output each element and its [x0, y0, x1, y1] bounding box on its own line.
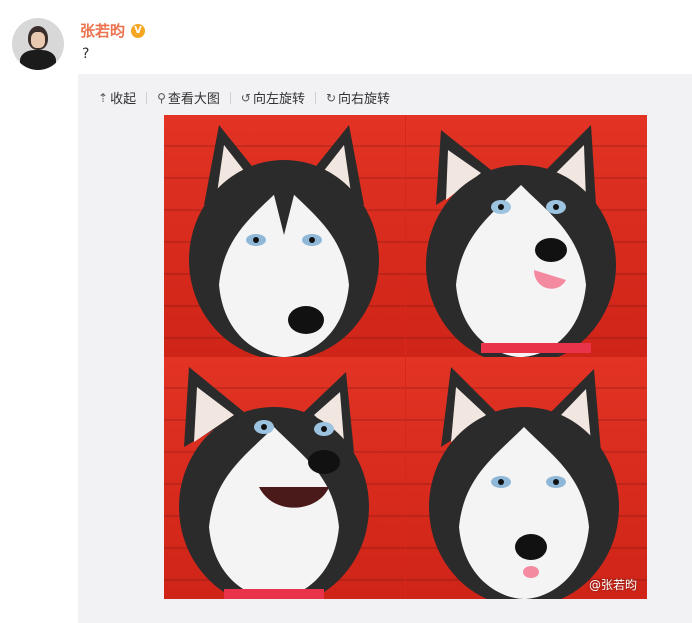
- rotate-right-icon: ↻: [325, 90, 337, 105]
- media-toolbar: ⇡ 收起 ⚲ 查看大图 ↺ 向左旋转 ↻ 向右旋转: [98, 88, 391, 108]
- magnifier-icon: ⚲: [157, 90, 166, 105]
- arrow-up-icon: ⇡: [98, 90, 109, 105]
- photo-cell: @张若昀: [406, 357, 647, 599]
- rotate-right-button[interactable]: ↻ 向右旋转: [325, 88, 391, 108]
- author-name[interactable]: 张若昀: [80, 20, 125, 41]
- post-text: ?: [82, 46, 90, 62]
- post-author: 张若昀 V: [80, 20, 146, 41]
- photo-watermark: @张若昀: [588, 578, 637, 592]
- toolbar-divider: [314, 91, 316, 104]
- rotate-left-button[interactable]: ↺ 向左旋转: [240, 88, 305, 108]
- collapse-label: 收起: [110, 92, 137, 107]
- photo-cell: [164, 115, 405, 357]
- rotate-left-label: 向左旋转: [252, 92, 305, 107]
- avatar[interactable]: [12, 18, 64, 70]
- toolbar-divider: [229, 91, 231, 104]
- husky-icon: [179, 367, 369, 599]
- husky-icon: [189, 125, 379, 357]
- photo-cell: [164, 357, 405, 599]
- rotate-left-icon: ↺: [240, 90, 251, 105]
- husky-photo[interactable]: @张若昀: [164, 115, 647, 599]
- view-large-label: 查看大图: [167, 92, 220, 107]
- photo-cell: [406, 115, 647, 357]
- husky-icon: [429, 367, 619, 599]
- toolbar-divider: [146, 91, 148, 104]
- view-large-button[interactable]: ⚲ 查看大图: [157, 88, 220, 108]
- verified-badge-icon: V: [131, 23, 146, 38]
- husky-icon: [426, 125, 616, 357]
- collapse-button[interactable]: ⇡ 收起: [98, 88, 137, 108]
- rotate-right-label: 向右旋转: [338, 92, 391, 107]
